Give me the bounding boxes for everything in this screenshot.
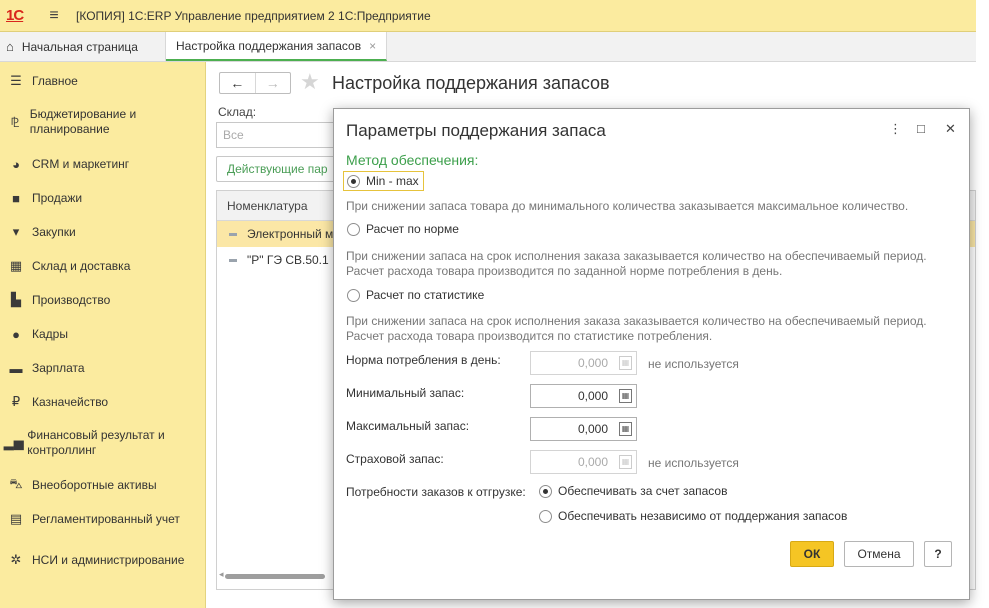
needs-label: Потребности заказов к отгрузке: [346,485,526,499]
tabs-bar: ⌂ Начальная страница Настройка поддержан… [0,32,976,62]
forward-button[interactable]: → [254,73,291,93]
sidebar-item-budgeting[interactable]: ⅊ Бюджетирование и планирование [0,107,206,137]
sidebar-item-production[interactable]: ▙ Производство [0,291,206,309]
list-icon: ☰ [10,73,22,88]
back-button[interactable]: ← [220,73,255,93]
horizontal-scrollbar[interactable] [225,574,325,579]
logo-1c: 1С [6,7,24,24]
help-button[interactable]: ? [924,541,952,567]
gear-icon: ✲ [10,552,22,567]
budget-icon: ⅊ [10,115,20,130]
maximize-icon[interactable]: □ [917,121,925,136]
factory-icon: ▙ [11,292,21,307]
bag-icon: ■ [12,190,20,206]
tab-stock-settings-label: Настройка поддержания запасов [176,38,362,53]
app-title: [КОПИЯ] 1С:ERP Управление предприятием 2… [76,8,431,23]
min-stock-field[interactable]: 0,000 ▦ [530,384,637,408]
star-icon[interactable]: ★ [300,69,320,95]
sidebar-item-admin[interactable]: ✲ НСИ и администрирование [0,545,206,575]
min-stock-label: Минимальный запас: [346,386,465,400]
sidebar: ☰ Главное ⅊ Бюджетирование и планировани… [0,62,206,608]
active-params-button[interactable]: Действующие пар [216,156,336,182]
radio-checked-icon [347,174,360,188]
warehouse-icon: ▦ [9,258,23,273]
sidebar-item-warehouse[interactable]: ▦ Склад и доставка [0,257,206,275]
bar-chart-icon: ▂▅ [3,435,24,450]
document-icon: ▤ [9,511,23,526]
dialog-title: Параметры поддержания запаса [346,121,606,140]
calculator-icon[interactable]: ▦ [619,422,632,436]
by-statistics-description: При снижении запаса на срок исполнения з… [346,314,927,343]
sidebar-item-main[interactable]: ☰ Главное [0,72,206,90]
safety-stock-label: Страховой запас: [346,452,444,466]
sidebar-item-treasury[interactable]: ₽ Казначейство [0,393,206,411]
stock-params-dialog: Параметры поддержания запаса ⋮ □ ✕ Метод… [333,108,970,600]
sidebar-item-financial-result[interactable]: ▂▅ Финансовый результат и контроллинг [0,428,206,458]
radio-unchecked-icon [539,509,552,523]
sidebar-item-crm[interactable]: ◕ CRM и маркетинг [0,155,206,173]
radio-independent[interactable]: Обеспечивать независимо от поддержания з… [539,509,847,523]
sidebar-item-purchases[interactable]: ▾ Закупки [0,223,206,241]
norm-field: 0,000 ▦ [530,351,637,375]
sidebar-item-salary[interactable]: ▬ Зарплата [0,359,206,377]
by-norm-description: При снижении запаса на срок исполнения з… [346,249,927,278]
max-stock-label: Максимальный запас: [346,419,470,433]
item-marker-icon [229,259,237,263]
home-icon: ⌂ [6,39,14,54]
title-bar: 1С ≡ [КОПИЯ] 1С:ERP Управление предприят… [0,0,976,32]
calculator-icon[interactable]: ▦ [619,389,632,403]
warehouse-label: Склад: [218,105,257,119]
more-icon[interactable]: ⋮ [889,121,902,137]
scroll-left-icon[interactable]: ◂ [219,569,224,580]
radio-by-statistics[interactable]: Расчет по статистике [347,288,484,302]
hamburger-icon[interactable]: ≡ [40,7,68,25]
cancel-button[interactable]: Отмена [844,541,914,567]
calculator-icon: ▦ [619,356,632,370]
max-stock-field[interactable]: 0,000 ▦ [530,417,637,441]
safety-stock-field: 0,000 ▦ [530,450,637,474]
radio-from-stock[interactable]: Обеспечивать за счет запасов [539,484,727,498]
car-icon: ⛍ [9,476,23,491]
close-icon[interactable]: × [369,39,376,53]
sidebar-item-sales[interactable]: ■ Продажи [0,189,206,207]
ok-button[interactable]: ОК [790,541,834,567]
tab-home-label: Начальная страница [21,39,138,54]
ruble-icon: ₽ [11,394,21,409]
calculator-icon: ▦ [619,455,632,469]
min-max-description: При снижении запаса товара до минимально… [346,199,909,213]
sidebar-item-fixed-assets[interactable]: ⛍ Внеоборотные активы [0,476,206,494]
nav-buttons: ← → [219,72,291,94]
method-label: Метод обеспечения: [346,152,479,168]
radio-by-norm[interactable]: Расчет по норме [347,222,459,236]
radio-unchecked-icon [347,288,360,302]
item-marker-icon [229,233,237,237]
wallet-icon: ▬ [9,360,23,376]
radio-checked-icon [539,484,552,498]
warehouse-input[interactable]: Все [216,122,336,148]
tab-stock-settings[interactable]: Настройка поддержания запасов × [166,32,388,61]
sidebar-item-regulated-accounting[interactable]: ▤ Регламентированный учет [0,510,206,528]
sidebar-item-hr[interactable]: ● Кадры [0,325,206,343]
person-icon: ● [12,326,20,342]
safety-unused-note: не используется [648,456,739,470]
radio-unchecked-icon [347,222,360,236]
norm-unused-note: не используется [648,357,739,371]
norm-label: Норма потребления в день: [346,353,501,367]
close-icon[interactable]: ✕ [945,121,956,137]
pie-chart-icon: ◕ [12,156,20,172]
tab-home[interactable]: ⌂ Начальная страница [0,32,166,61]
cart-icon: ▾ [12,224,20,239]
page-title: Настройка поддержания запасов [332,73,610,93]
radio-min-max[interactable]: Min - max [343,171,424,191]
